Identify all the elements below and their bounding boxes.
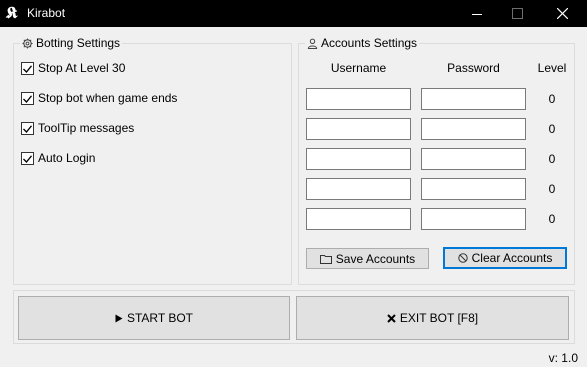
password-input[interactable] (421, 118, 526, 140)
checkbox-label: Stop bot when game ends (38, 91, 178, 105)
checkmark-icon (23, 94, 32, 103)
checkbox-box[interactable] (21, 152, 34, 165)
block-icon (457, 253, 468, 263)
username-input[interactable] (306, 208, 411, 230)
username-input[interactable] (306, 148, 411, 170)
gear-icon (22, 37, 33, 49)
level-value: 0 (548, 182, 556, 196)
checkbox-box[interactable] (21, 92, 34, 105)
checkmark-icon (23, 64, 32, 73)
username-input[interactable] (306, 178, 411, 200)
user-icon (307, 38, 318, 49)
password-input[interactable] (421, 208, 526, 230)
window-title: Kirabot (27, 6, 66, 20)
play-icon (115, 314, 123, 322)
kirabot-window: 𝕶 Kirabot Botting Settings Stop At Level… (0, 0, 587, 367)
folder-icon (319, 254, 332, 264)
accounts-settings-title: Accounts Settings (321, 36, 418, 50)
password-column-header: Password (447, 61, 500, 75)
checkbox-box[interactable] (21, 122, 34, 135)
minimize-icon (472, 13, 482, 15)
maximize-button[interactable] (495, 0, 539, 27)
password-input[interactable] (421, 178, 526, 200)
level-column-header: Level (537, 61, 567, 75)
username-input[interactable] (306, 88, 411, 110)
title-bar[interactable]: 𝕶 Kirabot (0, 0, 587, 27)
exit-bot-label: EXIT BOT [F8] (399, 311, 479, 325)
clear-accounts-label: Clear Accounts (471, 251, 553, 265)
checkbox-label: Auto Login (38, 151, 96, 165)
checkmark-icon (23, 124, 32, 133)
username-input[interactable] (306, 118, 411, 140)
kirabot-logo-icon: 𝕶 (6, 3, 18, 22)
close-button[interactable] (540, 0, 584, 27)
x-icon (387, 313, 396, 323)
exit-bot-button[interactable]: EXIT BOT [F8] (296, 296, 569, 340)
level-value: 0 (548, 152, 556, 166)
maximize-icon (511, 8, 523, 19)
botting-settings-header: Botting Settings (20, 36, 123, 50)
username-column-header: Username (330, 61, 387, 75)
clear-accounts-button[interactable]: Clear Accounts (443, 247, 567, 269)
checkbox-label: ToolTip messages (38, 121, 135, 135)
checkbox-box[interactable] (21, 62, 34, 75)
password-input[interactable] (421, 88, 526, 110)
password-input[interactable] (421, 148, 526, 170)
botting-settings-title: Botting Settings (36, 36, 121, 50)
stop-bot-when-game-ends-checkbox[interactable]: Stop bot when game ends (21, 91, 177, 106)
accounts-settings-header: Accounts Settings (305, 36, 420, 50)
level-value: 0 (548, 122, 556, 136)
stop-at-level-30-checkbox[interactable]: Stop At Level 30 (21, 61, 125, 76)
save-accounts-button[interactable]: Save Accounts (306, 248, 429, 269)
level-value: 0 (548, 92, 556, 106)
close-icon (556, 8, 568, 19)
start-bot-button[interactable]: START BOT (18, 296, 290, 340)
level-value: 0 (548, 212, 556, 226)
version-label: v: 1.0 (548, 351, 578, 365)
save-accounts-label: Save Accounts (335, 251, 416, 266)
minimize-button[interactable] (455, 0, 499, 27)
tooltip-messages-checkbox[interactable]: ToolTip messages (21, 121, 134, 136)
checkbox-label: Stop At Level 30 (38, 61, 126, 75)
start-bot-label: START BOT (126, 311, 193, 325)
auto-login-checkbox[interactable]: Auto Login (21, 151, 95, 166)
checkmark-icon (23, 154, 32, 163)
